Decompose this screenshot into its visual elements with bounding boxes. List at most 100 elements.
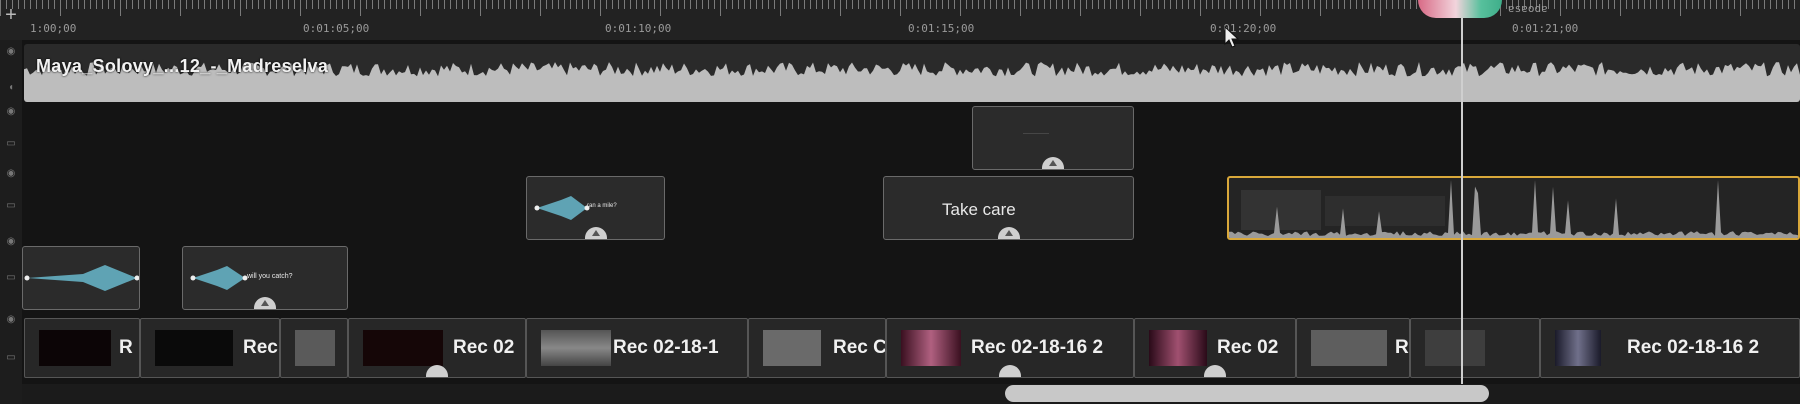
ruler-tick	[1296, 0, 1297, 9]
title-clip-label: Take care	[942, 200, 1016, 219]
ruler-tick	[1548, 0, 1549, 9]
ruler-tick	[1248, 0, 1249, 9]
ruler-tick	[1062, 0, 1063, 9]
ruler-tick	[414, 0, 415, 9]
video-clip[interactable]: R	[1296, 318, 1410, 378]
eye-icon[interactable]: ◉	[3, 46, 19, 58]
ruler-tick	[1668, 0, 1669, 9]
ruler-tick	[1794, 0, 1795, 9]
ruler-tick	[1416, 0, 1417, 9]
callout-clip[interactable]: will you catch?	[182, 246, 348, 310]
lock-icon[interactable]: ▭	[3, 352, 19, 364]
ruler-tick	[1716, 0, 1717, 9]
ruler-tick	[186, 0, 187, 9]
eye-icon[interactable]: ◉	[3, 236, 19, 248]
clip-handle[interactable]	[997, 227, 1020, 239]
ruler-tick	[840, 0, 841, 16]
ruler-tick	[1128, 0, 1129, 9]
video-clip[interactable]: Rec C	[748, 318, 886, 378]
clip-handle[interactable]	[254, 297, 276, 309]
video-clip[interactable]	[280, 318, 348, 378]
ruler-tick	[312, 0, 313, 9]
ruler-tick	[24, 0, 25, 9]
ruler-tick	[282, 0, 283, 9]
title-track-lane	[22, 104, 1800, 175]
ruler-tick	[1632, 0, 1633, 9]
ruler-tick	[1728, 0, 1729, 9]
ruler-tick	[528, 0, 529, 9]
ruler-tick	[1200, 0, 1201, 16]
ruler-tick	[924, 0, 925, 9]
eye-icon[interactable]: ◉	[3, 106, 19, 118]
video-clip-label: Rec C	[833, 337, 886, 358]
title-clip[interactable]: Take care	[883, 176, 1134, 240]
ruler-tick	[966, 0, 967, 9]
ruler-tick	[96, 0, 97, 9]
ruler-tick	[78, 0, 79, 9]
video-clip[interactable]: Rec 02-18-1	[526, 318, 748, 378]
clip-thumbnail	[39, 330, 111, 366]
title-clip[interactable]: ·············	[972, 106, 1134, 170]
ruler-tick	[1704, 0, 1705, 9]
ruler-tick	[150, 0, 151, 9]
ruler-tick	[1398, 0, 1399, 9]
horizontal-scrollbar[interactable]	[22, 384, 1800, 404]
ruler-tick	[174, 0, 175, 9]
eye-icon[interactable]: ◉	[3, 168, 19, 180]
ruler-tick	[336, 0, 337, 9]
lock-icon[interactable]: ▭	[3, 200, 19, 212]
ruler-tick	[1140, 0, 1141, 16]
clip-handle[interactable]	[1204, 365, 1226, 377]
video-clip[interactable]: Rec 02-18-16 2	[886, 318, 1134, 378]
scrollbar-thumb[interactable]	[1005, 385, 1489, 402]
ruler-tick	[396, 0, 397, 9]
ruler-tick	[66, 0, 67, 9]
video-clip[interactable]: Rec 02	[1134, 318, 1296, 378]
ruler-tick	[1350, 0, 1351, 9]
clip-handle[interactable]	[1042, 157, 1064, 169]
ruler-tick	[810, 0, 811, 9]
ruler-tick	[1080, 0, 1081, 16]
ruler-tick	[978, 0, 979, 9]
ruler-tick	[402, 0, 403, 9]
video-clip[interactable]: R	[24, 318, 140, 378]
lock-icon[interactable]: ▭	[3, 272, 19, 284]
ruler-tick	[678, 0, 679, 9]
playhead-marker[interactable]	[1418, 0, 1502, 18]
ruler-tick	[630, 0, 631, 9]
video-clip[interactable]: Rec 02	[348, 318, 526, 378]
ruler-tick	[714, 0, 715, 9]
selected-audio-clip[interactable]	[1227, 176, 1800, 240]
ruler-tick	[1386, 0, 1387, 9]
callout-clip[interactable]: ran a mile?	[526, 176, 665, 240]
ruler-tick	[1758, 0, 1759, 9]
video-clip-label: Rec	[243, 337, 278, 358]
ruler-tick	[1686, 0, 1687, 9]
ruler-tick	[1392, 0, 1393, 9]
ruler-tick	[1224, 0, 1225, 9]
clip-handle[interactable]	[584, 227, 607, 239]
plus-icon[interactable]: +	[2, 5, 20, 25]
ruler-tick	[1182, 0, 1183, 9]
video-clip[interactable]	[1410, 318, 1540, 378]
speaker-icon[interactable]: ◖	[3, 82, 19, 94]
clip-handle[interactable]	[426, 365, 448, 377]
clip-handle[interactable]	[999, 365, 1021, 377]
timeline-ruler[interactable]: 1:00;00 0:01:05;00 0:01:10;00 0:01:15;00…	[0, 0, 1800, 41]
ruler-tick	[1236, 0, 1237, 9]
ruler-tick	[258, 0, 259, 9]
lock-icon[interactable]: ▭	[3, 138, 19, 150]
eye-icon[interactable]: ◉	[3, 314, 19, 326]
ruler-tick	[1620, 0, 1621, 16]
playhead[interactable]	[1461, 0, 1463, 388]
video-clip[interactable]: Rec 02-18-16 2	[1540, 318, 1800, 378]
callout-clip[interactable]	[22, 246, 140, 310]
ruler-tick	[1074, 0, 1075, 9]
ruler-tick	[192, 0, 193, 9]
ruler-tick	[180, 0, 181, 16]
ruler-tick	[1752, 0, 1753, 9]
ruler-tick	[1602, 0, 1603, 9]
ruler-tick	[1170, 0, 1171, 9]
video-clip[interactable]: Rec	[140, 318, 280, 378]
ruler-tick	[120, 0, 121, 16]
